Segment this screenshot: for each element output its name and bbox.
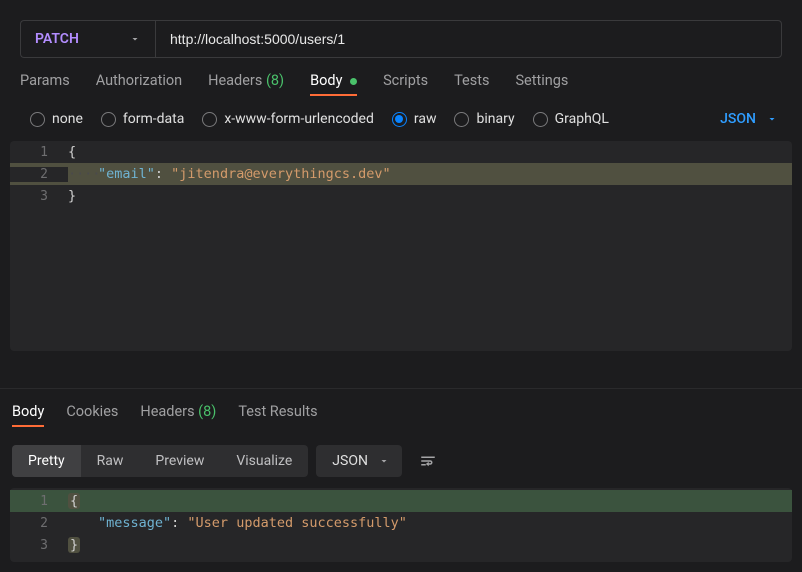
line-number: 3 xyxy=(10,189,68,204)
response-format-dropdown[interactable]: JSON xyxy=(316,445,402,477)
body-type-selector: none form-data x-www-form-urlencoded raw… xyxy=(0,107,802,141)
view-preview-button[interactable]: Preview xyxy=(139,445,220,477)
body-format-dropdown[interactable]: JSON xyxy=(720,111,782,127)
radio-icon xyxy=(392,112,407,127)
response-body-viewer[interactable]: 1 { 2 "message": "User updated successfu… xyxy=(10,488,792,562)
radio-icon xyxy=(101,112,116,127)
body-type-none[interactable]: none xyxy=(30,111,83,127)
tab-params[interactable]: Params xyxy=(20,72,70,95)
line-number: 1 xyxy=(10,145,68,160)
tab-headers-label: Headers xyxy=(208,72,262,89)
radio-icon xyxy=(533,112,548,127)
response-toolbar: Pretty Raw Preview Visualize JSON xyxy=(0,436,802,488)
response-tab-headers-label: Headers xyxy=(140,403,194,420)
line-number: 1 xyxy=(10,494,68,509)
tab-headers[interactable]: Headers (8) xyxy=(208,72,284,95)
chevron-down-icon xyxy=(129,33,141,45)
line-number: 3 xyxy=(10,538,68,553)
view-raw-button[interactable]: Raw xyxy=(81,445,140,477)
chevron-down-icon xyxy=(766,113,778,125)
body-type-form-data[interactable]: form-data xyxy=(101,111,184,127)
chevron-down-icon xyxy=(378,455,390,467)
line-number: 2 xyxy=(10,167,68,182)
response-headers-count-badge: (8) xyxy=(198,403,216,420)
headers-count-badge: (8) xyxy=(266,72,284,89)
wrap-lines-button[interactable] xyxy=(410,444,446,478)
body-type-raw[interactable]: raw xyxy=(392,111,437,127)
tab-body[interactable]: Body xyxy=(310,72,357,95)
tab-authorization[interactable]: Authorization xyxy=(96,72,182,95)
tab-tests[interactable]: Tests xyxy=(454,72,489,95)
response-view-mode: Pretty Raw Preview Visualize xyxy=(12,445,308,477)
body-modified-indicator xyxy=(350,78,357,85)
radio-icon xyxy=(30,112,45,127)
body-type-binary[interactable]: binary xyxy=(454,111,514,127)
url-input[interactable] xyxy=(155,20,782,58)
response-tabs: Body Cookies Headers (8) Test Results xyxy=(0,389,802,436)
view-visualize-button[interactable]: Visualize xyxy=(220,445,308,477)
body-format-label: JSON xyxy=(720,111,756,127)
body-type-urlencoded[interactable]: x-www-form-urlencoded xyxy=(202,111,374,127)
response-panel: Body Cookies Headers (8) Test Results Pr… xyxy=(0,388,802,572)
tab-settings[interactable]: Settings xyxy=(515,72,568,95)
body-type-graphql[interactable]: GraphQL xyxy=(533,111,609,127)
radio-icon xyxy=(454,112,469,127)
response-format-label: JSON xyxy=(332,453,368,469)
line-number: 2 xyxy=(10,516,68,531)
http-method-label: PATCH xyxy=(35,31,79,47)
wrap-icon xyxy=(419,452,437,470)
response-tab-headers[interactable]: Headers (8) xyxy=(140,403,216,426)
response-tab-test-results[interactable]: Test Results xyxy=(238,403,317,426)
tab-scripts[interactable]: Scripts xyxy=(383,72,428,95)
request-tabs: Params Authorization Headers (8) Body Sc… xyxy=(0,72,802,107)
http-method-select[interactable]: PATCH xyxy=(20,20,155,58)
tab-body-label: Body xyxy=(310,72,342,89)
request-body-editor[interactable]: 1 { 2 ····"email": "jitendra@everythingc… xyxy=(10,141,792,351)
response-tab-cookies[interactable]: Cookies xyxy=(66,403,118,426)
view-pretty-button[interactable]: Pretty xyxy=(12,445,81,477)
radio-icon xyxy=(202,112,217,127)
request-bar: PATCH xyxy=(0,0,802,72)
response-tab-body[interactable]: Body xyxy=(12,403,44,426)
